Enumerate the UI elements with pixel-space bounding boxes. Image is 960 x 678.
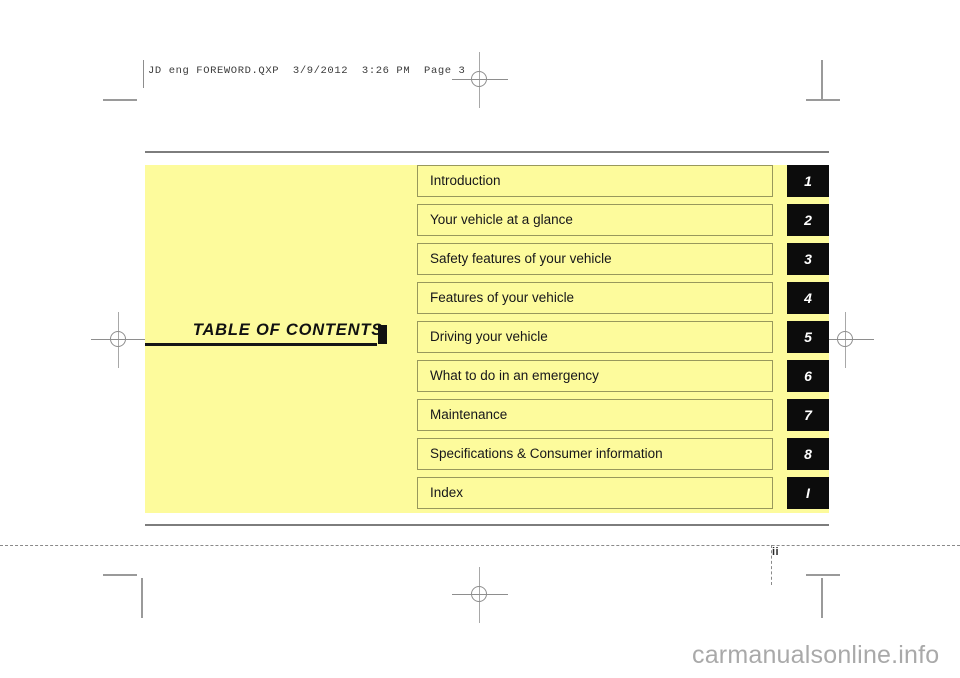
toc-tab-number: I bbox=[806, 485, 810, 501]
crop-mark-bottom-left-horizontal bbox=[103, 574, 137, 576]
toc-tab-number: 8 bbox=[804, 446, 812, 462]
toc-entry-label: Introduction bbox=[430, 173, 501, 189]
list-item: Introduction 1 bbox=[417, 165, 829, 197]
list-item: Your vehicle at a glance 2 bbox=[417, 204, 829, 236]
toc-entry-label: Specifications & Consumer information bbox=[430, 446, 663, 462]
toc-tab-number: 4 bbox=[804, 290, 812, 306]
toc-entry-features-of-your-vehicle[interactable]: Features of your vehicle bbox=[417, 282, 773, 314]
crop-mark-top-left-horizontal bbox=[103, 99, 137, 101]
toc-tab-3[interactable]: 3 bbox=[787, 243, 829, 275]
registration-mark-ring bbox=[471, 586, 487, 602]
crop-mark-top-right-horizontal bbox=[806, 99, 840, 101]
toc-entry-your-vehicle-at-a-glance[interactable]: Your vehicle at a glance bbox=[417, 204, 773, 236]
toc-entry-introduction[interactable]: Introduction bbox=[417, 165, 773, 197]
toc-entry-label: Safety features of your vehicle bbox=[430, 251, 612, 267]
toc-tab-number: 3 bbox=[804, 251, 812, 267]
heading-underline bbox=[145, 343, 377, 346]
site-watermark: carmanualsonline.info bbox=[692, 641, 940, 669]
print-header-divider bbox=[143, 60, 144, 88]
toc-tab-4[interactable]: 4 bbox=[787, 282, 829, 314]
toc-tab-6[interactable]: 6 bbox=[787, 360, 829, 392]
toc-tab-1[interactable]: 1 bbox=[787, 165, 829, 197]
toc-tab-2[interactable]: 2 bbox=[787, 204, 829, 236]
toc-tab-number: 7 bbox=[804, 407, 812, 423]
registration-mark-left bbox=[91, 312, 147, 368]
table-of-contents-heading-wrap: TABLE OF CONTENTS bbox=[145, 321, 385, 340]
list-item: What to do in an emergency 6 bbox=[417, 360, 829, 392]
print-header-text: JD eng FOREWORD.QXP 3/9/2012 3:26 PM Pag… bbox=[148, 65, 466, 77]
trim-rule-bottom bbox=[145, 524, 829, 526]
toc-entry-label: What to do in an emergency bbox=[430, 368, 599, 384]
crop-mark-bottom-right-horizontal bbox=[806, 574, 840, 576]
list-item: Safety features of your vehicle 3 bbox=[417, 243, 829, 275]
toc-tab-5[interactable]: 5 bbox=[787, 321, 829, 353]
list-item: Driving your vehicle 5 bbox=[417, 321, 829, 353]
page-title: TABLE OF CONTENTS bbox=[192, 321, 383, 339]
crop-mark-bottom-right-vertical bbox=[821, 578, 823, 618]
toc-entry-label: Index bbox=[430, 485, 464, 501]
registration-mark-ring bbox=[837, 331, 853, 347]
toc-entry-label: Driving your vehicle bbox=[430, 329, 548, 345]
toc-tab-number: 2 bbox=[804, 212, 812, 228]
crop-mark-top-right-vertical bbox=[821, 60, 823, 100]
registration-mark-top bbox=[452, 52, 508, 108]
toc-tab-number: 6 bbox=[804, 368, 812, 384]
toc-tab-number: 1 bbox=[804, 173, 812, 189]
registration-mark-ring bbox=[110, 331, 126, 347]
list-item: Index I bbox=[417, 477, 829, 509]
list-item: Maintenance 7 bbox=[417, 399, 829, 431]
toc-entry-label: Maintenance bbox=[430, 407, 508, 423]
toc-tab-7[interactable]: 7 bbox=[787, 399, 829, 431]
toc-entry-specifications-and-consumer-information[interactable]: Specifications & Consumer information bbox=[417, 438, 773, 470]
crop-mark-bottom-left-vertical bbox=[141, 578, 143, 618]
fold-line-horizontal bbox=[0, 545, 960, 546]
table-of-contents-panel: TABLE OF CONTENTS Introduction 1 Your ve… bbox=[145, 165, 829, 513]
registration-mark-ring bbox=[471, 71, 487, 87]
toc-tab-index[interactable]: I bbox=[787, 477, 829, 509]
heading-square-marker bbox=[378, 325, 387, 344]
list-item: Features of your vehicle 4 bbox=[417, 282, 829, 314]
toc-entry-what-to-do-in-an-emergency[interactable]: What to do in an emergency bbox=[417, 360, 773, 392]
toc-entry-label: Your vehicle at a glance bbox=[430, 212, 573, 228]
toc-entry-index[interactable]: Index bbox=[417, 477, 773, 509]
toc-entry-driving-your-vehicle[interactable]: Driving your vehicle bbox=[417, 321, 773, 353]
toc-entry-maintenance[interactable]: Maintenance bbox=[417, 399, 773, 431]
toc-tab-number: 5 bbox=[804, 329, 812, 345]
toc-tab-8[interactable]: 8 bbox=[787, 438, 829, 470]
registration-mark-bottom bbox=[452, 567, 508, 623]
toc-entry-safety-features-of-your-vehicle[interactable]: Safety features of your vehicle bbox=[417, 243, 773, 275]
list-item: Specifications & Consumer information 8 bbox=[417, 438, 829, 470]
table-of-contents-list: Introduction 1 Your vehicle at a glance … bbox=[417, 165, 829, 509]
page-number: ii bbox=[772, 546, 780, 558]
trim-rule-top bbox=[145, 151, 829, 153]
toc-entry-label: Features of your vehicle bbox=[430, 290, 575, 306]
